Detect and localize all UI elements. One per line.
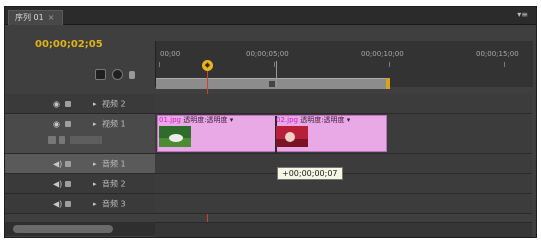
track-header-video-1[interactable]: ◉ ▸ 视频 1 — [5, 114, 155, 154]
playhead-handle[interactable]: ◆ — [202, 60, 213, 71]
current-timecode[interactable]: 00;00;02;05 — [35, 39, 103, 50]
ruler-tick — [504, 62, 505, 67]
set-marker-icon[interactable] — [112, 69, 123, 80]
clip-label: 01.jpg 透明度:透明度 ▾ — [159, 116, 234, 124]
ruler-tick — [159, 62, 160, 67]
track-header-audio-3[interactable]: ◀) ▸ 音频 3 — [5, 194, 155, 214]
tab-sequence[interactable]: 序列 01 × — [8, 10, 64, 25]
expand-arrow-icon[interactable]: ▸ — [93, 200, 97, 208]
clip-02[interactable]: 02.jpg 透明度:透明度 ▾ — [274, 115, 387, 152]
eye-icon[interactable]: ◉ — [53, 99, 60, 108]
lock-icon[interactable] — [65, 200, 71, 207]
clip-boundary-marker — [276, 61, 277, 87]
track-row-audio-3[interactable] — [155, 194, 532, 214]
timeline-panel: 序列 01 × ▾≡ 00;00;02;05 00;00 00;00;05;00 … — [4, 6, 537, 238]
speaker-icon[interactable]: ◀) — [53, 179, 62, 188]
clip-01[interactable]: 01.jpg 透明度:透明度 ▾ — [157, 115, 272, 152]
keyframe-field[interactable] — [70, 136, 102, 144]
expand-arrow-icon[interactable]: ▸ — [93, 180, 97, 188]
keyframe-display-icon[interactable] — [48, 136, 56, 144]
track-header-video-2[interactable]: ◉ ▸ 视频 2 — [5, 94, 155, 114]
track-name: 视频 1 — [102, 119, 126, 129]
track-header-audio-2[interactable]: ◀) ▸ 音频 2 — [5, 174, 155, 194]
track-row-audio-2[interactable] — [155, 174, 532, 194]
ruler-label: 00;00 — [160, 50, 181, 58]
track-name: 音频 2 — [102, 179, 126, 188]
trim-offset-tooltip: +00;00;00;07 — [277, 167, 343, 180]
ruler-label: 00;00;10;00 — [361, 50, 404, 58]
track-row-video-1[interactable]: 01.jpg 透明度:透明度 ▾ 02.jpg 透明度:透明度 ▾ — [155, 114, 532, 154]
scroll-thumb[interactable] — [13, 225, 113, 233]
expand-arrow-icon[interactable]: ▸ — [93, 100, 97, 108]
track-header-audio-1[interactable]: ◀) ▸ 音频 1 — [5, 154, 155, 174]
clip-thumbnail — [276, 126, 308, 147]
track-name: 音频 1 — [102, 159, 126, 168]
snap-icon[interactable] — [95, 69, 106, 80]
track-name: 视频 2 — [102, 99, 126, 108]
track-name: 音频 3 — [102, 199, 126, 208]
ruler-label: 00;00;05;00 — [246, 50, 289, 58]
zoom-scrollbar[interactable] — [5, 222, 155, 236]
marker-icon[interactable] — [129, 71, 135, 79]
lock-icon[interactable] — [65, 100, 71, 107]
track-area[interactable]: 01.jpg 透明度:透明度 ▾ 02.jpg 透明度:透明度 ▾ — [155, 94, 532, 214]
track-row-video-2[interactable] — [155, 94, 532, 114]
expand-arrow-icon[interactable]: ▸ — [93, 160, 97, 168]
work-area-end-handle[interactable] — [386, 78, 390, 89]
track-headers: ◉ ▸ 视频 2 ◉ ▸ 视频 1 ◀) ▸ 音频 1 ◀) ▸ 音频 2 ◀)… — [5, 94, 155, 214]
clip-label: 02.jpg 透明度:透明度 ▾ — [276, 116, 351, 124]
speaker-icon[interactable]: ◀) — [53, 199, 62, 208]
ruler-label: 00;00;15;00 — [476, 50, 519, 58]
close-icon[interactable]: × — [48, 13, 55, 22]
work-area-grip[interactable] — [269, 81, 275, 87]
speaker-icon[interactable]: ◀) — [53, 159, 62, 168]
ruler-tick — [389, 62, 390, 67]
eye-icon[interactable]: ◉ — [53, 120, 60, 129]
keyframe-nav-icon[interactable] — [59, 136, 65, 144]
lock-icon[interactable] — [65, 121, 71, 127]
ruler-tick — [274, 62, 275, 67]
expand-arrow-icon[interactable]: ▸ — [93, 120, 97, 128]
lock-icon[interactable] — [65, 180, 71, 187]
work-area-bar[interactable] — [156, 78, 390, 89]
lock-icon[interactable] — [65, 160, 71, 167]
track-row-audio-1[interactable] — [155, 154, 532, 174]
horizontal-scrollbar[interactable] — [155, 222, 532, 237]
keyframe-controls — [48, 136, 108, 146]
clip-thumbnail — [159, 126, 191, 147]
panel-menu-icon[interactable]: ▾≡ — [517, 10, 528, 19]
panel-titlebar: 序列 01 × ▾≡ — [5, 7, 536, 25]
tab-label: 序列 01 — [15, 13, 44, 22]
